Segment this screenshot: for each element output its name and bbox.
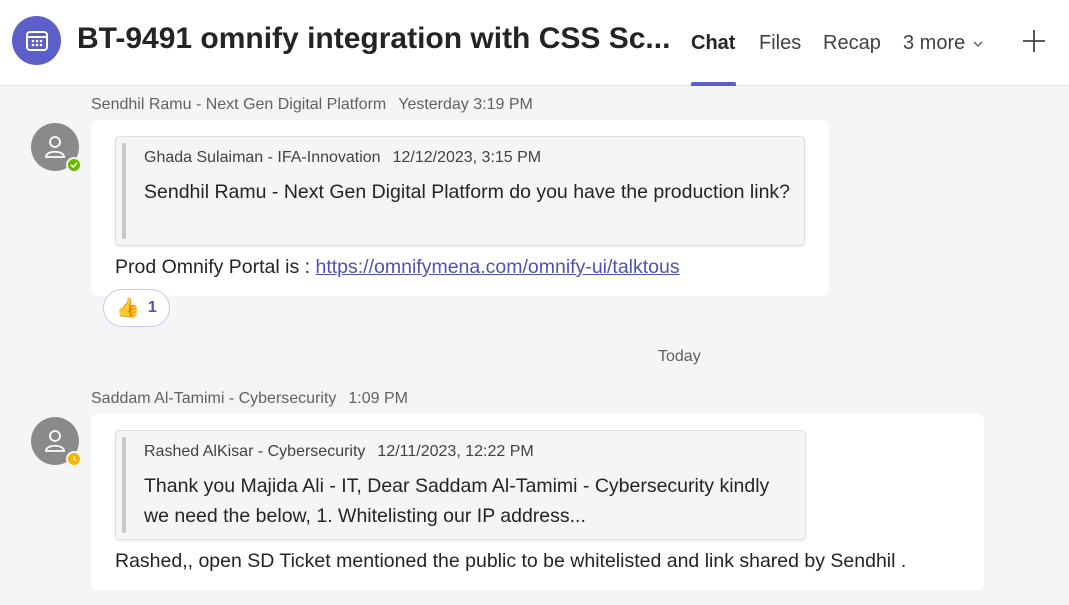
chat-title: BT-9491 omnify integration with CSS Sc..… — [77, 22, 671, 55]
calendar-icon[interactable] — [12, 16, 61, 65]
quote-text: Sendhil Ramu - Next Gen Digital Platform… — [144, 181, 791, 203]
quote-author: Rashed AlKisar - Cybersecurity — [144, 443, 366, 460]
message-text: Rashed,, open SD Ticket mentioned the pu… — [115, 550, 907, 572]
quote-time: 12/12/2023, 3:15 PM — [392, 149, 542, 166]
avatar[interactable] — [31, 417, 82, 467]
quoted-reply[interactable]: Rashed AlKisar - Cybersecurity 12/11/2023… — [115, 430, 806, 540]
tab-files[interactable]: Files — [759, 32, 801, 55]
quote-header: Ghada Sulaiman - IFA-Innovation 12/12/202… — [144, 149, 541, 167]
message-bubble[interactable]: Ghada Sulaiman - IFA-Innovation 12/12/202… — [91, 120, 829, 296]
more-tabs-button[interactable]: 3 more — [903, 32, 985, 55]
message-header: Sendhil Ramu - Next Gen Digital Platform… — [91, 96, 533, 114]
person-icon — [45, 136, 65, 158]
quote-text: Thank you Majida Ali - IT, Dear Saddam A… — [144, 475, 770, 527]
avatar[interactable] — [31, 123, 82, 173]
message-header: Saddam Al-Tamimi - Cybersecurity 1:09 PM — [91, 390, 408, 408]
message-bubble[interactable]: Rashed AlKisar - Cybersecurity 12/11/2023… — [91, 414, 984, 590]
sender-name: Saddam Al-Tamimi - Cybersecurity — [91, 390, 337, 407]
quote-bar — [122, 143, 126, 239]
reaction-badge[interactable]: 👍 1 — [103, 289, 170, 327]
tab-recap[interactable]: Recap — [823, 32, 881, 55]
portal-link[interactable]: https://omnifymena.com/omnify-ui/talktou… — [315, 256, 679, 278]
chevron-down-icon — [973, 41, 983, 47]
chat-header: BT-9491 omnify integration with CSS Sc..… — [0, 0, 1069, 86]
quote-bar — [122, 437, 126, 533]
quote-time: 12/11/2023, 12:22 PM — [377, 443, 534, 460]
message-prefix: Prod Omnify Portal is : — [115, 256, 316, 278]
thumbs-up-icon: 👍 — [116, 298, 140, 319]
message-text: Prod Omnify Portal is : https://omnifyme… — [115, 256, 680, 279]
more-tabs-label: 3 more — [903, 32, 966, 54]
add-tab-icon[interactable] — [1019, 26, 1049, 56]
reaction-count: 1 — [147, 299, 157, 316]
quote-author: Ghada Sulaiman - IFA-Innovation — [144, 149, 381, 166]
person-icon — [45, 430, 65, 452]
message-time: 1:09 PM — [348, 390, 408, 407]
tab-chat[interactable]: Chat — [691, 32, 735, 55]
quoted-reply[interactable]: Ghada Sulaiman - IFA-Innovation 12/12/202… — [115, 136, 805, 246]
available-status-icon — [66, 157, 82, 173]
quote-header: Rashed AlKisar - Cybersecurity 12/11/2023… — [144, 443, 534, 461]
sender-name: Sendhil Ramu - Next Gen Digital Platform — [91, 96, 387, 113]
message-time: Yesterday 3:19 PM — [398, 96, 533, 113]
away-clock-icon — [66, 451, 82, 467]
date-divider: Today — [658, 348, 701, 365]
active-tab-indicator — [691, 82, 736, 86]
